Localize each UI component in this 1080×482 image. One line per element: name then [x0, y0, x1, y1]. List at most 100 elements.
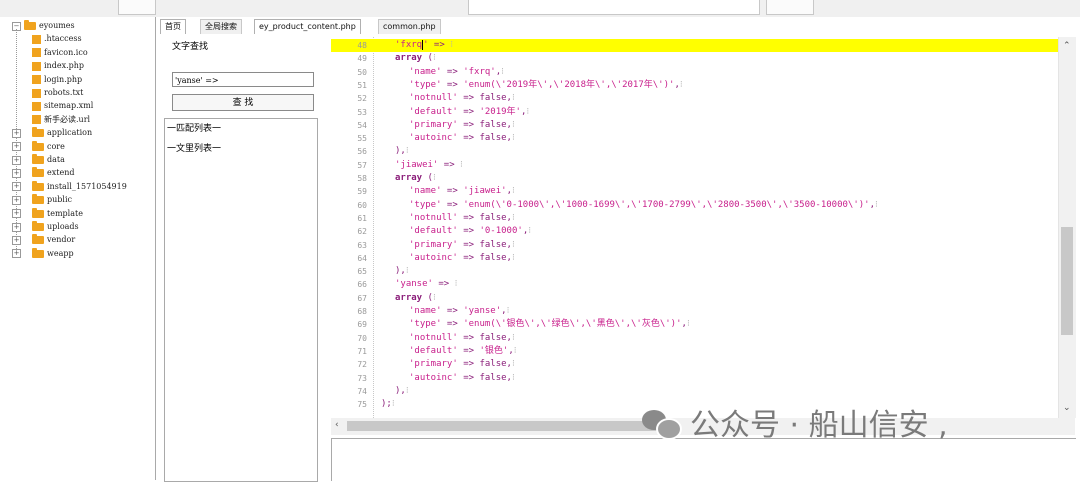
code-token: ⁝	[511, 133, 515, 144]
scroll-left-icon[interactable]: ‹	[335, 420, 339, 430]
tree-root[interactable]: − eyoumes	[12, 19, 75, 32]
tree-file[interactable]: login.php	[32, 73, 82, 86]
code-line[interactable]: 60 'type' => 'enum(\'0-1000\',\'1000-1699…	[331, 199, 1075, 212]
code-line[interactable]: 67 array (⁝	[331, 292, 1075, 305]
code-line[interactable]: 71 'default' => '银色',⁝	[331, 345, 1075, 358]
code-line[interactable]: 54 'primary' => false,⁝	[331, 119, 1075, 132]
tab-ey-product-content[interactable]: ey_product_content.php	[254, 19, 361, 34]
horizontal-scroll-thumb[interactable]	[347, 421, 677, 431]
code-line[interactable]: 69 'type' => 'enum(\'银色\',\'绿色\',\'黑色\',\…	[331, 318, 1075, 331]
code-token: ⁝	[501, 66, 505, 77]
line-number: 64	[357, 253, 367, 263]
code-token: =>	[441, 186, 464, 197]
file-tree: − eyoumes .htaccess favicon.ico index.php log…	[12, 17, 156, 480]
toolbar-button[interactable]	[118, 0, 156, 15]
code-token: 'primary'	[409, 119, 458, 130]
tab-common-php[interactable]: common.php	[378, 19, 441, 34]
expand-icon[interactable]: +	[12, 235, 21, 245]
code-line[interactable]: 53 'default' => '2019年',⁝	[331, 106, 1075, 119]
tree-folder[interactable]: + vendor	[12, 233, 75, 246]
code-token: 'enum(\'2019年\',\'2018年\',\'2017年\')'	[463, 79, 675, 90]
tree-file[interactable]: robots.txt	[32, 86, 83, 99]
code-line[interactable]: 57 'jiawei' => ⁝	[331, 159, 1075, 172]
tree-file[interactable]: favicon.ico	[32, 46, 88, 59]
folder-icon	[32, 167, 44, 178]
code-token: => false,	[457, 372, 512, 383]
code-line[interactable]: 74),⁝	[331, 385, 1075, 398]
tree-folder[interactable]: + application	[12, 126, 92, 139]
vertical-scroll-thumb[interactable]	[1061, 227, 1073, 335]
code-line[interactable]: 55 'autoinc' => false,⁝	[331, 132, 1075, 145]
code-token: array	[395, 53, 423, 64]
file-icon	[32, 48, 41, 58]
tree-folder[interactable]: + core	[12, 140, 65, 153]
code-line[interactable]: 51 'type' => 'enum(\'2019年\',\'2018年\',\'…	[331, 79, 1075, 92]
code-line[interactable]: 62 'default' => '0-1000',⁝	[331, 225, 1075, 238]
code-line[interactable]: 70 'notnull' => false,⁝	[331, 332, 1075, 345]
code-editor[interactable]: 48'fxrq' => ⁝ 49 array (⁝ 50'name' => 'fxrq…	[331, 37, 1075, 418]
line-number: 73	[357, 373, 367, 383]
expand-icon[interactable]: +	[12, 155, 21, 165]
tree-folder[interactable]: + data	[12, 153, 65, 166]
find-button[interactable]: 查 找	[172, 94, 314, 111]
code-token: ⁝	[432, 173, 436, 183]
tree-file[interactable]: .htaccess	[32, 32, 82, 45]
code-line[interactable]: 56),⁝	[331, 145, 1075, 158]
tree-folder[interactable]: + install_1571054919	[12, 180, 127, 193]
code-line[interactable]: 59 'name' => 'jiawei',⁝	[331, 185, 1075, 198]
code-line[interactable]: 52 'notnull' => false,⁝	[331, 92, 1075, 105]
code-line[interactable]: 50 'name' => 'fxrq',⁝	[331, 66, 1075, 79]
line-number: 75	[357, 400, 367, 410]
file-icon	[32, 34, 41, 44]
top-toolbar-strip	[0, 0, 1080, 17]
code-line[interactable]: 72 'primary' => false,⁝	[331, 358, 1075, 371]
code-text: 'notnull' => false,⁝	[409, 92, 515, 105]
tab-home[interactable]: 首页	[160, 19, 186, 34]
vertical-scrollbar[interactable]: ⌃ ⌄	[1058, 37, 1076, 418]
code-token: array	[395, 173, 423, 183]
scroll-down-icon[interactable]: ⌄	[1063, 403, 1071, 413]
code-line[interactable]: 66 'yanse' => ⁝	[331, 278, 1075, 291]
expand-icon[interactable]: +	[12, 128, 21, 138]
tree-file[interactable]: sitemap.xml	[32, 99, 93, 112]
expand-icon[interactable]: +	[12, 222, 21, 232]
file-list-label: 一文里列表一	[167, 144, 222, 154]
code-token: => false,	[457, 252, 512, 263]
search-input[interactable]: 'yanse' =>	[172, 72, 314, 87]
code-line[interactable]: 63 'primary' => false,⁝	[331, 239, 1075, 252]
tree-folder[interactable]: + public	[12, 193, 72, 206]
code-token: ⁝	[511, 359, 515, 370]
line-number: 60	[357, 200, 367, 210]
expand-icon[interactable]: +	[12, 195, 21, 205]
line-number: 68	[357, 307, 367, 316]
code-line[interactable]: 64 'autoinc' => false,⁝	[331, 252, 1075, 265]
expand-icon[interactable]: +	[12, 209, 21, 219]
tree-file[interactable]: 新手必读.url	[32, 113, 90, 126]
scroll-up-icon[interactable]: ⌃	[1063, 41, 1071, 51]
code-line[interactable]: 49 array (⁝	[331, 52, 1075, 65]
code-line[interactable]: 68 'name' => 'yanse',⁝	[331, 305, 1075, 318]
toolbar-button[interactable]	[766, 0, 814, 15]
code-line[interactable]: 73 'autoinc' => false,⁝	[331, 372, 1075, 385]
expand-icon[interactable]: +	[12, 142, 21, 152]
tree-folder[interactable]: + template	[12, 207, 83, 220]
code-line[interactable]: 61 'notnull' => false,⁝	[331, 212, 1075, 225]
code-line[interactable]: 58 array (⁝	[331, 172, 1075, 185]
current-code-line[interactable]: 48 'fxrq' => ⁝	[331, 39, 1075, 53]
code-line[interactable]: 65),⁝	[331, 265, 1075, 278]
code-token: ⁝	[511, 332, 515, 343]
tree-file[interactable]: index.php	[32, 59, 84, 72]
code-token: 'yanse'	[463, 306, 502, 316]
tree-folder[interactable]: + weapp	[12, 247, 74, 260]
expand-icon[interactable]: +	[12, 182, 21, 192]
expand-icon[interactable]: +	[12, 249, 21, 259]
code-token: (	[422, 53, 433, 64]
tree-folder[interactable]: + uploads	[12, 220, 79, 233]
path-field[interactable]	[468, 0, 760, 15]
code-text: 'autoinc' => false,⁝	[409, 132, 515, 145]
tab-global-search[interactable]: 全局搜索	[200, 19, 242, 34]
code-token: => false,	[457, 119, 512, 130]
expand-icon[interactable]: +	[12, 168, 21, 178]
tree-folder[interactable]: + extend	[12, 166, 74, 179]
code-token: ⁝	[511, 239, 515, 250]
